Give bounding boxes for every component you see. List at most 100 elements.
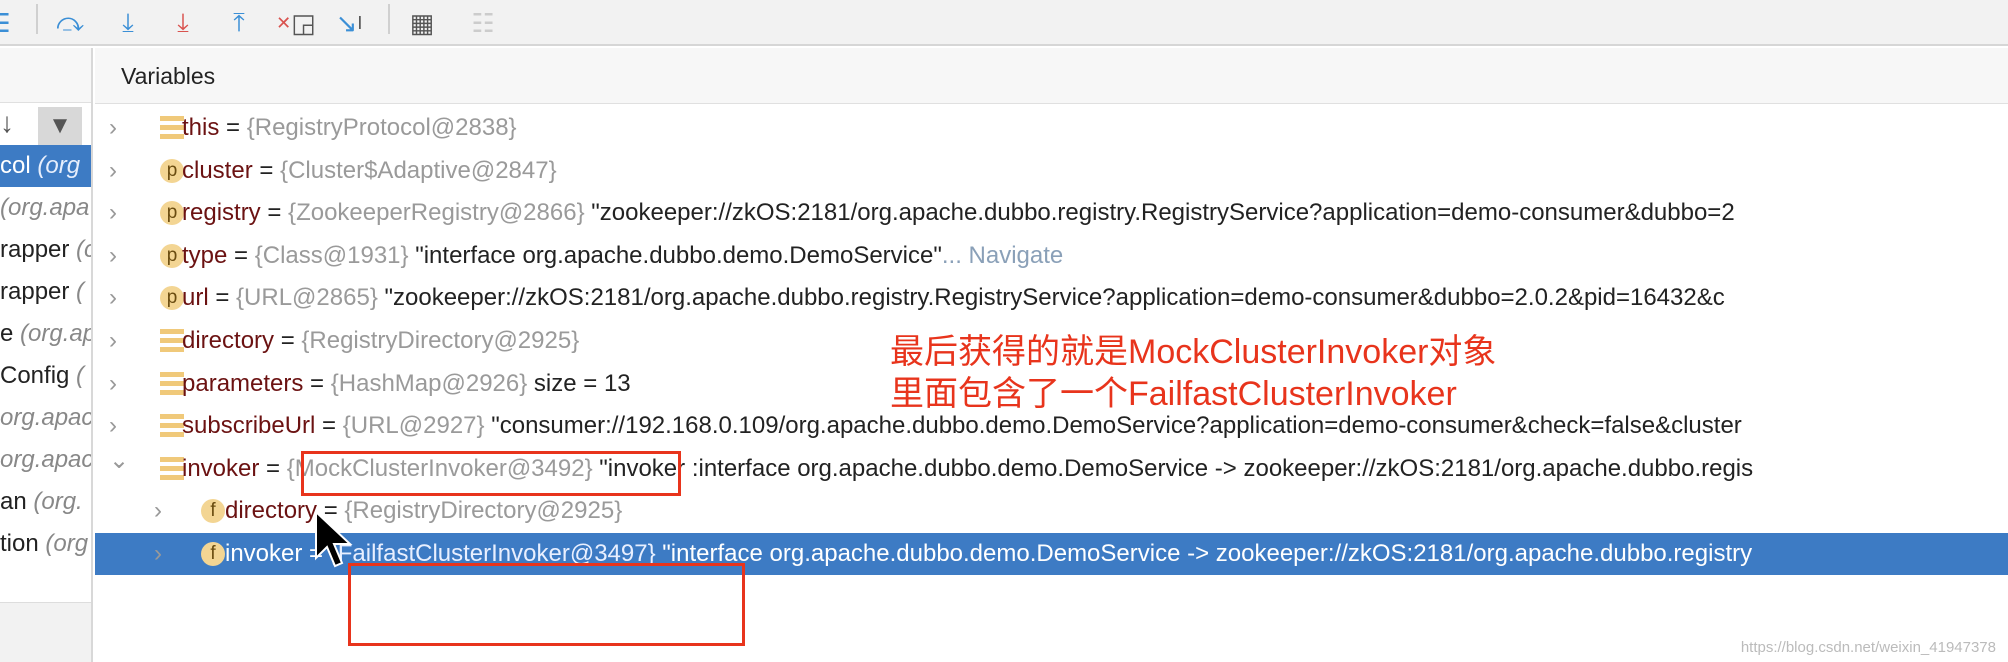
parameter-icon: p — [160, 286, 184, 311]
frame-class: ( — [76, 278, 85, 305]
variable-text: directory = {RegistryDirectory@2925} — [225, 497, 623, 525]
variable-ref: {URL@2927} — [342, 412, 485, 440]
chevron-right-icon[interactable]: › — [109, 107, 129, 149]
final-field-icon: f — [201, 542, 225, 566]
chevron-right-icon[interactable]: › — [109, 150, 129, 192]
variable-text: url = {URL@2865} "zookeeper://zkOS:2181/… — [182, 284, 1725, 312]
variable-value: size = 13 — [527, 369, 631, 397]
variable-ref: {Class@1931} — [254, 241, 409, 269]
variable-name: url — [182, 284, 209, 312]
mouse-cursor-icon — [315, 510, 353, 568]
chevron-down-icon[interactable]: ⌄ — [109, 448, 129, 482]
step-into-icon[interactable]: ⤓ — [111, 6, 145, 40]
frame-item[interactable]: rapper ( — [0, 271, 91, 313]
frame-class: org.apac — [0, 404, 91, 431]
trace-icon[interactable]: ☷ — [466, 6, 500, 40]
parameter-icon: p — [160, 243, 184, 268]
variable-text: cluster = {Cluster$Adaptive@2847} — [182, 156, 557, 184]
chevron-right-icon[interactable]: › — [109, 192, 129, 234]
filter-icon[interactable]: ▼ — [38, 107, 82, 145]
drop-frame-icon[interactable]: ✕ ◲ — [276, 6, 316, 40]
variable-ref: {RegistryDirectory@2925} — [344, 497, 623, 525]
list-icon[interactable]: ☰ — [0, 6, 16, 40]
toolbar-separator — [36, 4, 38, 34]
variable-name: registry — [182, 199, 261, 227]
variable-name: directory — [225, 497, 318, 525]
frame-method: tion — [0, 530, 46, 557]
variable-row[interactable]: › p cluster = {Cluster$Adaptive@2847} — [95, 150, 2008, 192]
variable-name: type — [182, 241, 228, 269]
variable-row[interactable]: › p type = {Class@1931} "interface org.apa… — [95, 235, 2008, 277]
variable-value: "consumer://192.168.0.109/org.apache.dub… — [484, 412, 1742, 440]
frame-class: (org. — [33, 488, 83, 515]
variable-value: "interface org.apache.dubbo.demo.DemoSer… — [655, 540, 1753, 567]
chevron-right-icon[interactable]: › — [109, 405, 129, 447]
highlight-box-mock-invoker — [301, 451, 681, 496]
frame-method: Config — [0, 362, 77, 389]
variable-row[interactable]: › p registry = {ZookeeperRegistry@2866} "z… — [95, 192, 2008, 234]
frame-item[interactable]: tion (org — [0, 523, 91, 565]
annotation-line-2: 里面包含了一个FailfastClusterInvoker — [890, 375, 1457, 413]
navigate-link[interactable]: ... Navigate — [942, 242, 1063, 269]
frame-item[interactable]: org.apac — [0, 397, 91, 439]
step-over-icon[interactable]: ⤼ — [53, 6, 87, 40]
variable-name: invoker — [225, 540, 303, 567]
frame-class: (org — [45, 530, 89, 557]
frame-class: ( — [76, 362, 85, 389]
frame-item[interactable]: (org.apa — [0, 187, 91, 229]
variable-name: subscribeUrl — [182, 412, 316, 440]
sort-down-icon[interactable]: ↓ — [0, 107, 14, 139]
chevron-right-icon[interactable]: › — [109, 235, 129, 277]
variable-row[interactable]: › f directory = {RegistryDirectory@2925} — [95, 490, 2008, 532]
frame-method: col — [0, 152, 38, 179]
variable-text: registry = {ZookeeperRegistry@2866} "zoo… — [182, 199, 1735, 227]
chevron-right-icon[interactable]: › — [109, 320, 129, 362]
variable-value: "zookeeper://zkOS:2181/org.apache.dubbo.… — [584, 199, 1735, 227]
variable-value: "invoker :interface org.apache.dubbo.dem… — [592, 454, 1754, 482]
variable-name: parameters — [182, 369, 304, 397]
frame-method: e — [0, 320, 21, 347]
frame-class: (c — [76, 236, 91, 263]
variable-text: type = {Class@1931} "interface org.apach… — [182, 241, 1064, 269]
variable-name: this — [182, 114, 220, 141]
variable-name: cluster — [182, 156, 253, 184]
parameter-icon: p — [160, 201, 184, 226]
field-icon — [160, 371, 184, 396]
field-icon — [160, 456, 184, 481]
frame-method: an — [0, 488, 34, 515]
frame-item[interactable]: Config ( — [0, 355, 91, 397]
run-to-cursor-icon[interactable]: ↘ I — [332, 6, 366, 40]
annotation-line-1: 最后获得的就是MockClusterInvoker对象 — [890, 333, 1497, 371]
frame-method: rapper — [0, 278, 77, 305]
variable-ref: {URL@2865} — [236, 284, 378, 312]
frame-item[interactable]: an (org. — [0, 481, 91, 523]
frame-item[interactable]: rapper (c — [0, 229, 91, 271]
chevron-right-icon[interactable]: › — [154, 490, 174, 532]
frame-class: (org.ap — [20, 320, 91, 347]
chevron-right-icon[interactable]: › — [109, 277, 129, 319]
chevron-right-icon[interactable]: › — [109, 363, 129, 405]
evaluate-expression-icon[interactable]: ▦ — [405, 6, 439, 40]
variable-ref: {RegistryProtocol@2838} — [246, 114, 517, 141]
chevron-right-icon[interactable]: › — [154, 533, 174, 575]
frame-item[interactable]: e (org.ap — [0, 313, 91, 355]
frames-footer — [0, 602, 91, 662]
variable-ref: {HashMap@2926} — [330, 369, 528, 397]
variable-name: directory — [182, 327, 275, 354]
frame-class: (org — [37, 152, 81, 179]
frame-item[interactable]: col (org — [0, 145, 91, 187]
variable-text: parameters = {HashMap@2926} size = 13 — [182, 369, 631, 397]
variable-text: directory = {RegistryDirectory@2925} — [182, 327, 580, 354]
variable-row[interactable]: › p url = {URL@2865} "zookeeper://zkOS:218… — [95, 277, 2008, 319]
step-out-icon[interactable]: ⤒ — [222, 6, 256, 40]
frame-class: org.apac — [0, 446, 91, 473]
frame-class: (org.apa — [0, 194, 90, 221]
field-icon — [160, 116, 184, 140]
frame-method: rapper — [0, 236, 77, 263]
variable-row[interactable]: › this = {RegistryProtocol@2838} — [95, 107, 2008, 149]
force-step-into-icon[interactable]: ⤓ — [166, 6, 200, 40]
variable-text: this = {RegistryProtocol@2838} — [182, 114, 517, 141]
frame-item[interactable]: org.apac — [0, 439, 91, 481]
field-icon — [160, 414, 184, 439]
field-icon — [160, 329, 184, 353]
